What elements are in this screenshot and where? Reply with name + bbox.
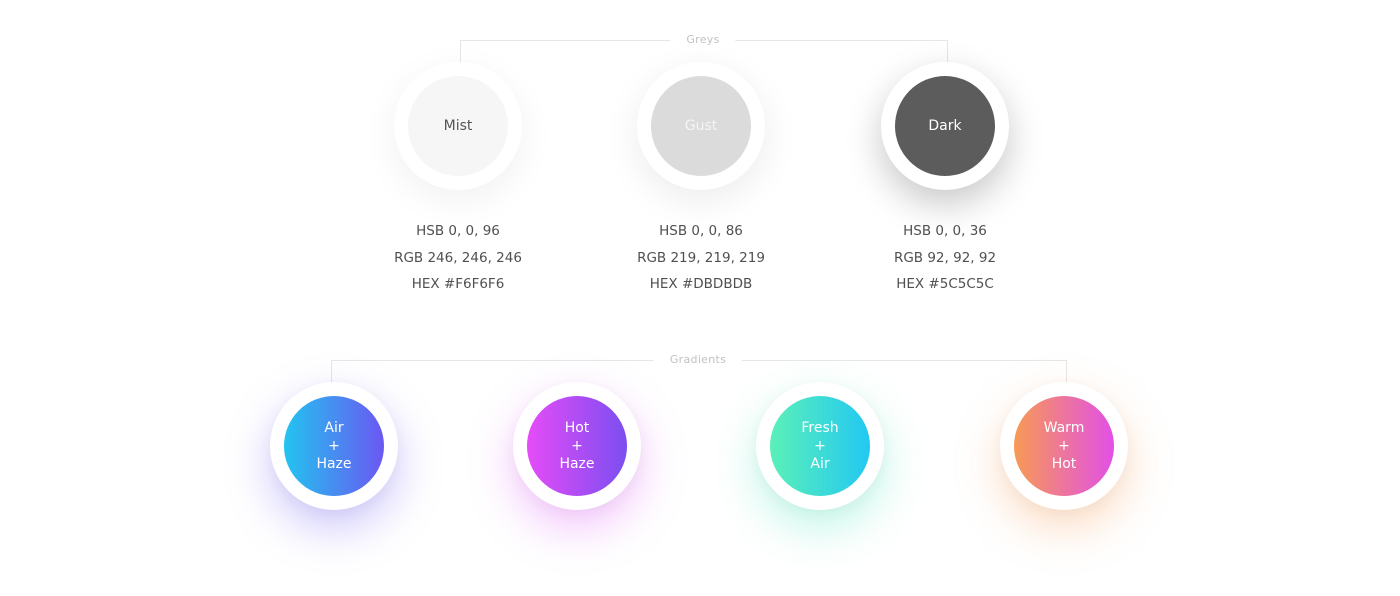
gradient-line1: Hot [564, 420, 590, 436]
gradient-plus: + [571, 438, 583, 454]
hex-value: HEX #F6F6F6 [411, 276, 505, 292]
gradient-line2: Haze [316, 456, 352, 472]
gradient-swatch-fresh-air: Fresh + Air [770, 396, 870, 496]
gradient-swatch-hot-haze: Hot + Haze [527, 396, 627, 496]
greys-section-label: Greys [670, 33, 736, 47]
gradient-ring-fresh-air[interactable]: Fresh + Air [756, 382, 884, 510]
swatch-ring-mist[interactable]: Mist [394, 62, 522, 190]
swatch-name: Gust [684, 118, 718, 134]
gradient-swatch-warm-hot: Warm + Hot [1014, 396, 1114, 496]
hsb-value: HSB 0, 0, 96 [416, 223, 500, 239]
rgb-value: RGB 246, 246, 246 [394, 249, 522, 266]
swatch-name: Dark [928, 118, 962, 134]
swatch-ring-dark[interactable]: Dark [881, 62, 1009, 190]
gradient-line1: Air [324, 420, 344, 436]
gradient-ring-warm-hot[interactable]: Warm + Hot [1000, 382, 1128, 510]
specs-gust: HSB 0, 0, 86 RGB 219, 219, 219 HEX #DBDB… [591, 218, 811, 298]
swatch-gust: Gust [651, 76, 751, 176]
swatch-dark: Dark [895, 76, 995, 176]
hsb-value: HSB 0, 0, 86 [659, 223, 743, 239]
gradient-line1: Warm [1043, 420, 1085, 436]
gradient-plus: + [814, 438, 826, 454]
swatch-name: Mist [443, 118, 473, 134]
swatch-ring-gust[interactable]: Gust [637, 62, 765, 190]
hex-value: HEX #DBDBDB [649, 276, 753, 292]
rgb-value: RGB 219, 219, 219 [637, 249, 765, 266]
gradient-plus: + [328, 438, 340, 454]
gradient-plus: + [1058, 438, 1070, 454]
rgb-value: RGB 92, 92, 92 [893, 249, 997, 266]
swatch-mist: Mist [408, 76, 508, 176]
gradient-line1: Fresh [801, 420, 839, 436]
gradient-swatch-air-haze: Air + Haze [284, 396, 384, 496]
gradient-line2: Air [810, 456, 830, 472]
specs-dark: HSB 0, 0, 36 RGB 92, 92, 92 HEX #5C5C5C [835, 218, 1055, 298]
specs-mist: HSB 0, 0, 96 RGB 246, 246, 246 HEX #F6F6… [348, 218, 568, 298]
gradient-ring-hot-haze[interactable]: Hot + Haze [513, 382, 641, 510]
hsb-value: HSB 0, 0, 36 [903, 223, 987, 239]
gradient-ring-air-haze[interactable]: Air + Haze [270, 382, 398, 510]
gradient-line2: Haze [559, 456, 595, 472]
hex-value: HEX #5C5C5C [896, 276, 994, 292]
gradient-line2: Hot [1051, 456, 1077, 472]
gradients-section-label: Gradients [653, 353, 743, 367]
